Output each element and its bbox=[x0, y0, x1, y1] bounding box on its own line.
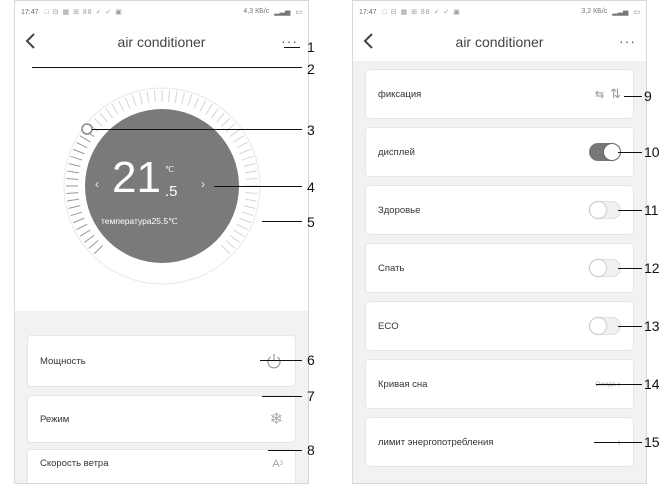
callout-1: 1 bbox=[307, 39, 315, 55]
health-row: Здоровье bbox=[365, 185, 634, 235]
nav-bar: air conditioner ··· bbox=[353, 23, 646, 61]
status-icons: □ ⊟ ▦ ⊞ 88 ✓ ✓ ▣ bbox=[382, 9, 461, 16]
network-speed: 3,2 КБ/c bbox=[581, 8, 608, 15]
status-bar: 17:47 □ ⊟ ▦ ⊞ 88 ✓ ✓ ▣ 3,2 КБ/c ▂▃▅ ▭ bbox=[353, 1, 646, 23]
callout-line-15 bbox=[594, 442, 642, 443]
nav-bar: air conditioner ··· bbox=[15, 23, 308, 61]
callout-line-7 bbox=[262, 396, 302, 397]
callout-line-2 bbox=[32, 67, 302, 68]
eco-label: ECO bbox=[378, 320, 399, 332]
callout-5: 5 bbox=[307, 214, 315, 230]
temperature-decimal: .5 bbox=[165, 183, 178, 200]
health-toggle[interactable] bbox=[589, 201, 621, 219]
display-toggle[interactable] bbox=[589, 143, 621, 161]
fan-speed-card[interactable]: Скорость ветра A3 bbox=[27, 449, 296, 483]
eco-row: ECO bbox=[365, 301, 634, 351]
sleep-row: Спать bbox=[365, 243, 634, 293]
fan-speed-icon[interactable]: A3 bbox=[272, 458, 283, 470]
fan-speed-label: Скорость ветра bbox=[40, 458, 109, 469]
page-title: air conditioner bbox=[455, 34, 544, 50]
status-time: 17:47 bbox=[359, 8, 377, 16]
power-label: Мощность bbox=[40, 355, 86, 367]
page-title: air conditioner bbox=[117, 34, 206, 50]
left-phone-screen: 17:47 □ ⊟ ▦ ⊞ 88 ✓ ✓ ▣ 4,3 КБ/c ▂▃▅ ▭ ai… bbox=[14, 0, 309, 484]
callout-8: 8 bbox=[307, 442, 315, 458]
callout-2: 2 bbox=[307, 61, 315, 77]
callout-line-8 bbox=[268, 450, 302, 451]
horizontal-swing-icon[interactable]: ⇆ bbox=[595, 88, 604, 101]
display-row: дисплей bbox=[365, 127, 634, 177]
callout-line-14 bbox=[596, 384, 642, 385]
back-arrow-icon[interactable] bbox=[361, 31, 377, 51]
mode-card[interactable]: Режим ❄ bbox=[27, 395, 296, 443]
temperature-unit: ℃ bbox=[165, 165, 174, 174]
sleep-label: Спать bbox=[378, 262, 405, 274]
status-bar: 17:47 □ ⊟ ▦ ⊞ 88 ✓ ✓ ▣ 4,3 КБ/c ▂▃▅ ▭ bbox=[15, 1, 308, 23]
sleep-curve-row[interactable]: Кривая сна Ожида › bbox=[365, 359, 634, 409]
signal-icon: ▂▃▅ bbox=[612, 9, 629, 16]
callout-12: 12 bbox=[644, 260, 659, 276]
callout-3: 3 bbox=[307, 122, 315, 138]
callout-line-3 bbox=[92, 129, 302, 130]
callout-line-4 bbox=[214, 186, 302, 187]
callout-line-1 bbox=[284, 47, 300, 48]
callout-line-9 bbox=[624, 96, 642, 97]
dial-handle[interactable] bbox=[81, 123, 93, 135]
callout-line-6 bbox=[260, 360, 302, 361]
callout-line-10 bbox=[618, 152, 642, 153]
snowflake-icon[interactable]: ❄ bbox=[270, 409, 283, 429]
callout-line-13 bbox=[618, 326, 642, 327]
callout-14: 14 bbox=[644, 376, 659, 392]
network-speed: 4,3 КБ/c bbox=[243, 8, 270, 15]
status-time: 17:47 bbox=[21, 8, 39, 16]
battery-icon: ▭ bbox=[295, 9, 302, 16]
callout-line-11 bbox=[618, 210, 642, 211]
energy-limit-label: лимит энергопотребления bbox=[378, 436, 494, 448]
health-label: Здоровье bbox=[378, 204, 421, 216]
callout-6: 6 bbox=[307, 352, 315, 368]
status-icons: □ ⊟ ▦ ⊞ 88 ✓ ✓ ▣ bbox=[44, 9, 123, 16]
right-phone-screen: 17:47 □ ⊟ ▦ ⊞ 88 ✓ ✓ ▣ 3,2 КБ/c ▂▃▅ ▭ ai… bbox=[352, 0, 647, 484]
decrease-temp-button[interactable]: ‹ bbox=[95, 177, 99, 191]
sleep-curve-label: Кривая сна bbox=[378, 378, 428, 390]
fixation-row[interactable]: фиксация ⇆ ⇅ bbox=[365, 69, 634, 119]
callout-line-5 bbox=[262, 221, 302, 222]
callout-11: 11 bbox=[644, 202, 659, 218]
callout-9: 9 bbox=[644, 88, 652, 104]
back-arrow-icon[interactable] bbox=[23, 31, 39, 51]
set-temperature-label: температура25.5℃ bbox=[101, 216, 178, 226]
callout-10: 10 bbox=[644, 144, 659, 160]
callout-line-12 bbox=[618, 268, 642, 269]
sleep-toggle[interactable] bbox=[589, 259, 621, 277]
increase-temp-button[interactable]: › bbox=[201, 177, 205, 191]
fixation-label: фиксация bbox=[378, 88, 422, 100]
vertical-swing-icon[interactable]: ⇅ bbox=[610, 86, 621, 102]
callout-7: 7 bbox=[307, 388, 315, 404]
power-icon[interactable] bbox=[265, 352, 283, 370]
current-temperature: 21 bbox=[112, 153, 161, 202]
power-card[interactable]: Мощность bbox=[27, 335, 296, 387]
battery-icon: ▭ bbox=[633, 9, 640, 16]
mode-label: Режим bbox=[40, 413, 70, 425]
callout-13: 13 bbox=[644, 318, 659, 334]
eco-toggle[interactable] bbox=[589, 317, 621, 335]
display-label: дисплей bbox=[378, 146, 415, 158]
callout-15: 15 bbox=[644, 434, 659, 450]
signal-icon: ▂▃▅ bbox=[274, 9, 291, 16]
more-menu-button[interactable]: ··· bbox=[619, 33, 636, 49]
temperature-dial[interactable] bbox=[42, 81, 282, 301]
callout-4: 4 bbox=[307, 179, 315, 195]
